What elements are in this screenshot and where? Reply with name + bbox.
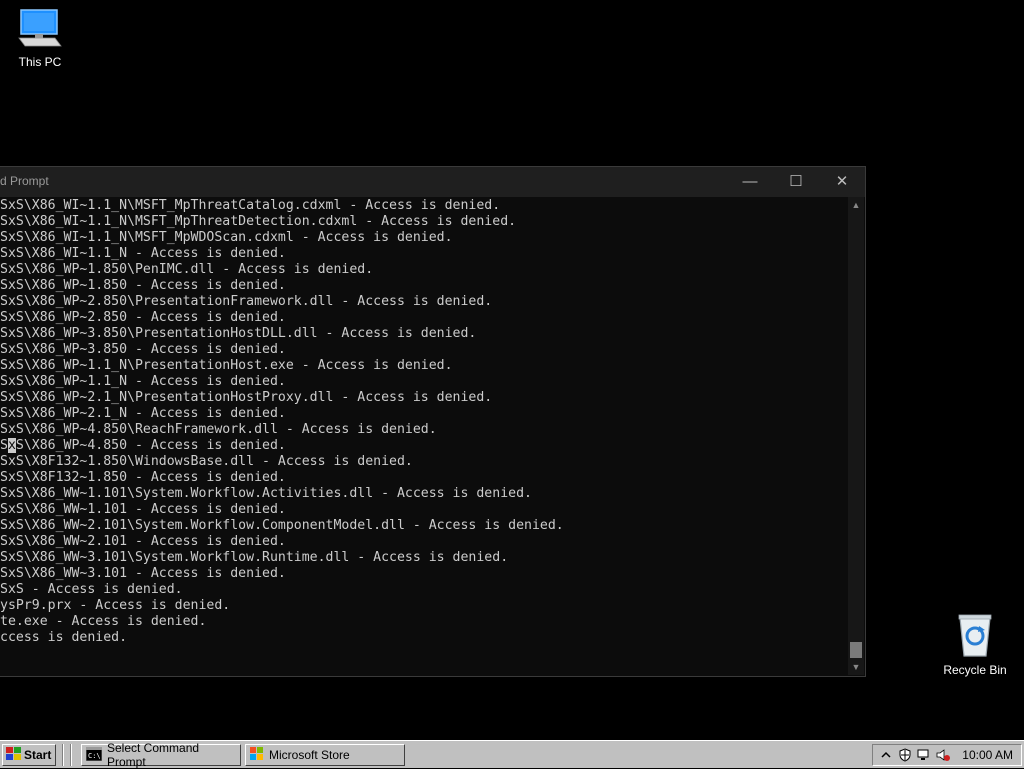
console-line: te.exe - Access is denied.: [0, 614, 207, 629]
command-prompt-window[interactable]: d Prompt — ☐ ✕ SxS\X86_WI~1.1_N\MSFT_MpT…: [0, 166, 866, 677]
console-line: SxS\X86_WW~3.101\System.Workflow.Runtime…: [0, 550, 509, 565]
recycle-bin-icon: [955, 614, 995, 661]
this-pc-label: This PC: [18, 55, 62, 69]
chevron-up-icon[interactable]: [879, 748, 893, 762]
console-line: SxS\X8F132~1.850 - Access is denied.: [0, 470, 286, 485]
scroll-up-arrow-icon[interactable]: ▲: [848, 197, 864, 213]
console-line: SxS\X86_WI~1.1_N\MSFT_MpWDOScan.cdxml - …: [0, 230, 453, 245]
console-line: SxS\X86_WW~2.101 - Access is denied.: [0, 534, 286, 549]
console-line: SxS\X86_WP~2.850 - Access is denied.: [0, 310, 286, 325]
console-line: SxS\X86_WW~2.101\System.Workflow.Compone…: [0, 518, 564, 533]
console-line: SxS\X86_WI~1.1_N - Access is denied.: [0, 246, 286, 261]
maximize-button[interactable]: ☐: [773, 167, 819, 197]
console-line: SxS\X86_WP~2.850\PresentationFramework.d…: [0, 294, 493, 309]
close-button[interactable]: ✕: [819, 167, 865, 197]
recycle-bin-label: Recycle Bin: [943, 663, 1007, 677]
console-line: SxS\X86_WP~2.1_N - Access is denied.: [0, 406, 286, 421]
volume-muted-icon[interactable]: [936, 748, 950, 762]
system-tray: 10:00 AM: [872, 744, 1022, 766]
console-line: SxS\X86_WW~3.101 - Access is denied.: [0, 566, 286, 581]
console-line: ccess is denied.: [0, 630, 128, 645]
this-pc-shortcut[interactable]: This PC: [0, 8, 80, 69]
console-line: SxS\X86_WI~1.1_N\MSFT_MpThreatDetection.…: [0, 214, 517, 229]
task-command-prompt[interactable]: C:\ Select Command Prompt: [81, 741, 241, 769]
svg-text:C:\: C:\: [88, 752, 101, 760]
console-line: SxS\X86_WP~3.850\PresentationHostDLL.dll…: [0, 326, 477, 341]
taskbar: Start C:\ Select Command Prompt Microsof…: [0, 740, 1024, 769]
recycle-bin-shortcut[interactable]: Recycle Bin: [935, 612, 1015, 677]
taskbar-separator: [62, 744, 64, 766]
console-line: SxS\X86_WP~4.850\ReachFramework.dll - Ac…: [0, 422, 437, 437]
start-label: Start: [24, 748, 52, 762]
windows-logo-icon: [6, 746, 22, 764]
window-title: d Prompt: [0, 174, 49, 188]
command-prompt-icon: C:\: [85, 746, 103, 764]
console-line: SxS\X86_WW~1.101 - Access is denied.: [0, 502, 286, 517]
console-line: SxS\X86_WP~1.850 - Access is denied.: [0, 278, 286, 293]
start-button[interactable]: Start: [2, 744, 56, 766]
task-label: Microsoft Store: [269, 748, 350, 762]
vertical-scrollbar[interactable]: ▲ ▼: [848, 197, 864, 675]
text-cursor: x: [7, 438, 16, 453]
console-line: SxS\X86_WP~2.1_N\PresentationHostProxy.d…: [0, 390, 493, 405]
task-label: Select Command Prompt: [107, 741, 200, 769]
console-line: ysPr9.prx - Access is denied.: [0, 598, 231, 613]
console-line: SxS\X86_WW~1.101\System.Workflow.Activit…: [0, 486, 532, 501]
console-line: SxS\X86_WP~1.1_N\PresentationHost.exe - …: [0, 358, 453, 373]
scroll-down-arrow-icon[interactable]: ▼: [848, 659, 864, 675]
console-line: SxS\X86_WP~4.850 - Access is denied.: [0, 438, 286, 453]
taskbar-clock[interactable]: 10:00 AM: [962, 748, 1013, 762]
scrollbar-thumb[interactable]: [850, 642, 862, 658]
window-titlebar[interactable]: d Prompt — ☐ ✕: [0, 167, 865, 197]
task-microsoft-store[interactable]: Microsoft Store: [245, 744, 405, 766]
microsoft-store-icon: [250, 746, 264, 764]
minimize-button[interactable]: —: [727, 167, 773, 197]
console-line: SxS\X86_WP~1.850\PenIMC.dll - Access is …: [0, 262, 374, 277]
console-output[interactable]: SxS\X86_WI~1.1_N\MSFT_MpThreatCatalog.cd…: [0, 197, 848, 676]
console-line: SxS\X8F132~1.850\WindowsBase.dll - Acces…: [0, 454, 413, 469]
console-line: SxS - Access is denied.: [0, 582, 183, 597]
console-line: SxS\X86_WI~1.1_N\MSFT_MpThreatCatalog.cd…: [0, 198, 501, 213]
network-icon[interactable]: [917, 748, 931, 762]
shield-icon[interactable]: [898, 748, 912, 762]
taskbar-separator: [70, 744, 72, 766]
computer-icon: [17, 9, 63, 53]
console-line: SxS\X86_WP~3.850 - Access is denied.: [0, 342, 286, 357]
console-line: SxS\X86_WP~1.1_N - Access is denied.: [0, 374, 286, 389]
